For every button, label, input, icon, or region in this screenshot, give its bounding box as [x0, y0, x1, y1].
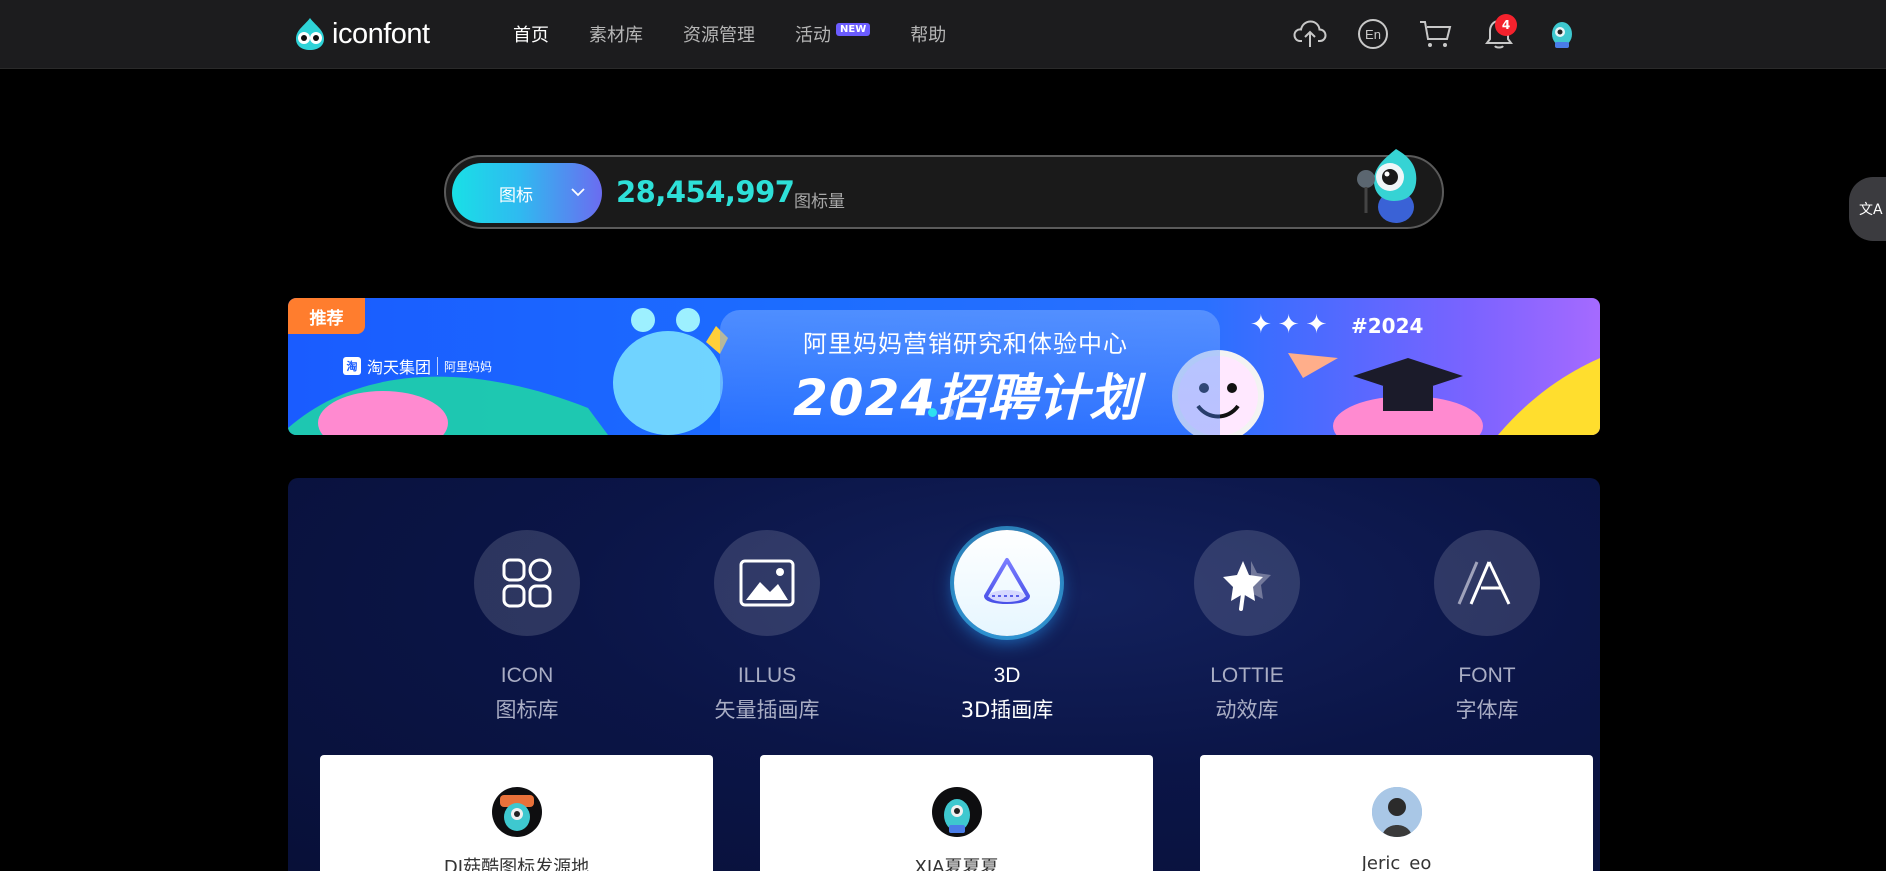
creator-name: XIA夏夏夏 [914, 857, 999, 871]
category-circle [714, 530, 820, 636]
category-en-label: ICON [500, 664, 554, 687]
cart-button[interactable] [1416, 14, 1456, 54]
search-bar[interactable]: 图标 28,454,997 图标量 [444, 149, 1444, 229]
cloud-upload-icon [1293, 20, 1327, 47]
notification-count-badge: 4 [1495, 14, 1517, 36]
star-motion-icon [1223, 561, 1271, 611]
category-en-label: LOTTIE [1210, 664, 1284, 687]
top-navbar: iconfont 首页 素材库 资源管理 活动 NEW 帮助 En 4 [0, 0, 1886, 69]
creator-name: Jeric_eo [1361, 853, 1432, 871]
search-type-label: 图标 [499, 185, 533, 206]
mascot-illustration-icon [1357, 149, 1417, 223]
nav-label: 帮助 [910, 25, 947, 46]
cone-icon [984, 558, 1030, 604]
nav-item-activity[interactable]: 活动 NEW [795, 22, 871, 46]
creator-card[interactable]: XIA夏夏夏 [760, 755, 1153, 871]
creator-card[interactable]: DJ菇酷图标发源地 [320, 755, 713, 871]
category-zh-label: 字体库 [1455, 698, 1519, 722]
category-zh-label: 3D插画库 [960, 698, 1054, 722]
nav-item-resources[interactable]: 资源管理 [683, 22, 755, 46]
nav-item-home[interactable]: 首页 [513, 22, 549, 46]
search-type-dropdown[interactable]: 图标 [452, 163, 602, 223]
category-en-label: ILLUS [737, 664, 797, 687]
avatar [932, 787, 982, 837]
avatar-mascot-icon [1552, 22, 1572, 48]
category-zh-label: 矢量插画库 [714, 698, 820, 722]
new-badge: NEW [836, 22, 871, 36]
translate-side-tab[interactable]: 文A [1849, 177, 1886, 241]
person-photo-icon [1372, 787, 1422, 837]
featured-creator-cards: DJ菇酷图标发源地 XIA夏夏夏 Jeric_eo [320, 755, 1600, 871]
cart-icon [1420, 21, 1452, 47]
category-circle [1194, 530, 1300, 636]
carousel-dot[interactable] [945, 408, 954, 417]
upload-button[interactable] [1290, 14, 1330, 54]
grid-icon [502, 558, 552, 608]
sparkle-icon: ✦✦✦ [1250, 310, 1334, 340]
language-button[interactable]: En [1353, 14, 1393, 54]
iconfont-logo[interactable]: iconfont [292, 16, 430, 52]
banner-hashtag: #2024 [1351, 314, 1424, 338]
category-circle [474, 530, 580, 636]
creator-name: DJ菇酷图标发源地 [443, 857, 590, 871]
partner-name: 阿里妈妈 [444, 359, 493, 374]
language-en-text: En [1365, 27, 1381, 42]
carousel-dots [928, 408, 954, 417]
chevron-down-icon [571, 188, 585, 197]
nav-label: 活动 [795, 25, 831, 46]
mascot-avatar-icon [944, 799, 970, 833]
brand-divider [437, 357, 439, 375]
nav-item-help[interactable]: 帮助 [910, 22, 946, 46]
promo-banner[interactable]: 推荐 淘 淘天集团 阿里妈妈 阿里妈妈营销研究和体验中心 2024招聘计划 ✦✦… [288, 298, 1600, 435]
user-avatar[interactable] [1542, 14, 1582, 54]
logo-mascot-icon [296, 18, 324, 50]
main-nav: 首页 素材库 资源管理 活动 NEW 帮助 [513, 22, 986, 46]
nav-label: 首页 [513, 25, 549, 46]
logo-text: iconfont [332, 17, 430, 50]
taotian-logo-box: 淘 [343, 357, 361, 375]
nav-label: 资源管理 [683, 25, 755, 46]
recommend-tag: 推荐 [288, 298, 365, 334]
nav-label: 素材库 [589, 25, 643, 46]
category-font-library[interactable]: FONT 字体库 [1367, 530, 1600, 724]
banner-subtitle: 阿里妈妈营销研究和体验中心 [803, 330, 1128, 358]
language-en-icon: En [1358, 19, 1388, 49]
banner-title: 2024招聘计划 [793, 369, 1141, 427]
icon-count-unit: 图标量 [794, 192, 845, 212]
creator-card[interactable]: Jeric_eo [1200, 755, 1593, 871]
category-list: ICON 图标库 ILLUS 矢量插画库 3D 3D插画库 LOTTIE 动效库… [407, 530, 1600, 724]
avatar [1372, 787, 1422, 837]
font-a-icon [1457, 561, 1511, 605]
category-zh-label: 动效库 [1215, 698, 1279, 722]
category-lottie-library[interactable]: LOTTIE 动效库 [1127, 530, 1367, 724]
category-circle [1434, 530, 1540, 636]
mascot-avatar-icon [500, 795, 534, 831]
brand-name: 淘天集团 [367, 358, 432, 377]
category-en-label: 3D [993, 664, 1021, 687]
notification-button[interactable]: 4 [1479, 14, 1519, 54]
image-icon [739, 559, 795, 607]
category-3d-library[interactable]: 3D 3D插画库 [887, 530, 1127, 724]
category-icon-library[interactable]: ICON 图标库 [407, 530, 647, 724]
category-illus-library[interactable]: ILLUS 矢量插画库 [647, 530, 887, 724]
category-circle [954, 530, 1060, 636]
top-actions: En 4 [1290, 14, 1605, 54]
translate-icon: 文A [1859, 202, 1883, 218]
carousel-dot[interactable] [928, 408, 937, 417]
icon-total-count: 28,454,997 [616, 175, 795, 209]
avatar [492, 787, 542, 837]
category-en-label: FONT [1458, 664, 1516, 687]
nav-item-library[interactable]: 素材库 [589, 22, 643, 46]
category-panel: ICON 图标库 ILLUS 矢量插画库 3D 3D插画库 LOTTIE 动效库… [288, 478, 1600, 871]
banner-brand-logo: 淘 淘天集团 阿里妈妈 [343, 354, 492, 378]
category-zh-label: 图标库 [495, 698, 559, 722]
